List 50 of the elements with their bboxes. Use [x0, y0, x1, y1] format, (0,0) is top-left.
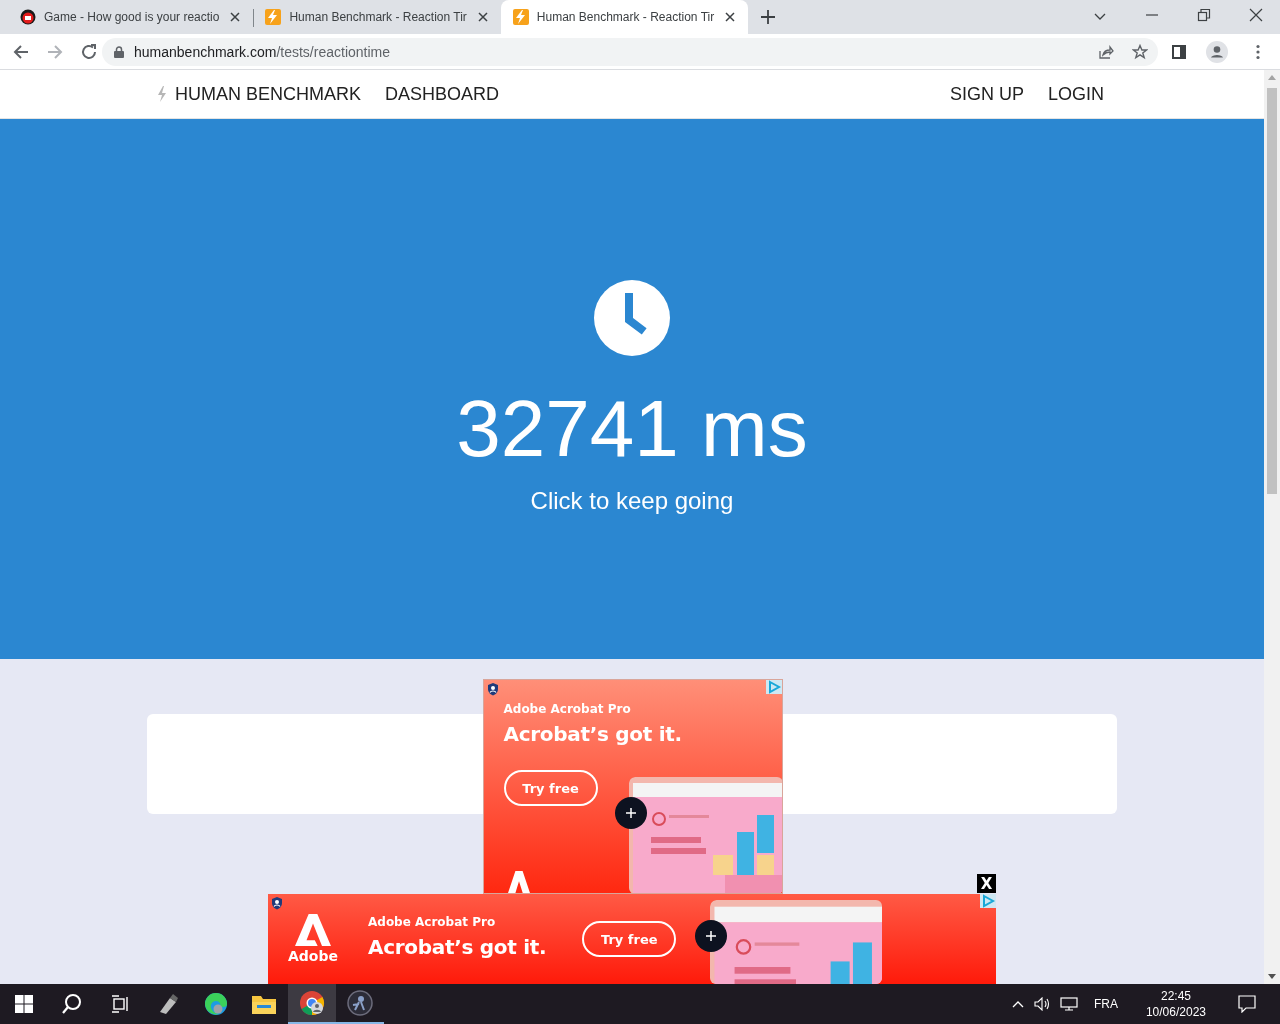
browser-icon[interactable] — [288, 984, 336, 1024]
adobe-logo-icon — [295, 914, 331, 946]
prompt-text: Click to keep going — [530, 487, 734, 515]
bolt-icon — [265, 9, 282, 25]
shield-icon — [486, 683, 499, 696]
language-indicator[interactable]: FRA — [1093, 997, 1118, 1011]
back-icon[interactable] — [12, 42, 30, 61]
side-panel-icon[interactable] — [1172, 44, 1186, 59]
close-ad-button[interactable]: X — [977, 874, 996, 893]
nav-link[interactable]: DASHBOARD — [385, 83, 500, 105]
lock-icon — [114, 45, 124, 58]
menu-icon[interactable] — [1256, 43, 1260, 60]
network-icon[interactable] — [1059, 997, 1078, 1011]
share-icon[interactable] — [1098, 43, 1114, 60]
windows-icon[interactable] — [15, 995, 33, 1013]
nav-link[interactable]: LOGIN — [1048, 83, 1104, 105]
try-free-button[interactable]: Try free — [582, 921, 677, 957]
star-icon[interactable] — [1132, 43, 1148, 60]
chevron-up-icon[interactable] — [1011, 1000, 1024, 1008]
target-icon — [20, 9, 36, 25]
plus-icon[interactable] — [614, 797, 647, 829]
ad-product: Adobe Acrobat Pro — [503, 702, 632, 716]
scrollbar[interactable] — [1264, 70, 1280, 984]
url-text: humanbenchmark.com/tests/reactiontime — [134, 43, 391, 60]
ad-brand: Adobe — [288, 948, 338, 964]
bolt-icon — [512, 9, 529, 25]
bolt-icon — [155, 85, 169, 103]
brand-link[interactable]: HUMAN BENCHMARK — [155, 83, 361, 105]
reaction-time-result: 32741 ms — [456, 383, 808, 475]
scroll-down-icon[interactable] — [1268, 974, 1276, 980]
ad-product: Adobe Acrobat Pro — [368, 915, 497, 929]
shield-icon — [271, 897, 283, 910]
ad-headline: Acrobat’s got it. — [368, 935, 547, 959]
address-bar[interactable]: humanbenchmark.com/tests/reactiontime — [102, 37, 1158, 66]
profile-icon[interactable] — [1206, 40, 1228, 63]
task-view-icon[interactable] — [111, 995, 129, 1013]
ad-banner[interactable]: Adobe Adobe Acrobat Pro Acrobat’s got it. Try free — [268, 894, 996, 984]
browser-tab[interactable]: Game - How good is your reactio — [8, 0, 254, 34]
clock[interactable]: 22:45 10/06/2023 — [1145, 988, 1206, 1020]
search-icon[interactable] — [61, 993, 83, 1015]
speaker-icon[interactable] — [1033, 997, 1050, 1011]
plus-icon[interactable] — [695, 920, 727, 952]
clock-icon — [593, 279, 671, 357]
browser-tab[interactable]: Human Benchmark - Reaction Tir — [253, 0, 501, 34]
notification-icon[interactable] — [1238, 995, 1256, 1013]
forward-icon — [46, 42, 64, 61]
reload-icon[interactable] — [80, 42, 98, 61]
browser-tab[interactable]: Human Benchmark - Reaction Tir — [500, 0, 749, 34]
nav-link[interactable]: SIGN UP — [949, 83, 1024, 105]
ad-headline: Acrobat’s got it. — [503, 722, 683, 746]
